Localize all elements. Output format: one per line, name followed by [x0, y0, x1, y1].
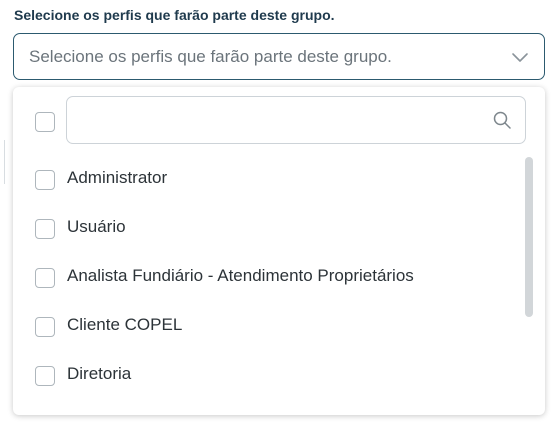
option-checkbox[interactable]	[35, 170, 55, 190]
option-item-cliente-copel[interactable]: Cliente COPEL	[13, 304, 523, 348]
dropdown-scrollbar[interactable]	[525, 157, 533, 317]
search-icon	[493, 111, 511, 129]
option-checkbox[interactable]	[35, 317, 55, 337]
select-all-checkbox[interactable]	[35, 112, 55, 132]
option-checkbox[interactable]	[35, 366, 55, 386]
select-placeholder: Selecione os perfis que farão parte dest…	[29, 46, 392, 66]
option-label: Administrator	[67, 168, 168, 187]
field-label: Selecione os perfis que farão parte dest…	[14, 7, 335, 23]
dropdown-search-input[interactable]	[66, 96, 526, 144]
option-item-analista-fundiario[interactable]: Analista Fundiário - Atendimento Proprie…	[13, 255, 523, 299]
option-item-usuario[interactable]: Usuário	[13, 206, 523, 250]
option-checkbox[interactable]	[35, 268, 55, 288]
option-label: Diretoria	[67, 364, 132, 383]
dropdown-search-row	[13, 87, 545, 155]
option-item-administrator[interactable]: Administrator	[13, 157, 523, 201]
profiles-select[interactable]: Selecione os perfis que farão parte dest…	[13, 33, 545, 80]
chevron-down-icon[interactable]	[511, 51, 529, 63]
underlying-field-edge	[4, 140, 12, 184]
option-label: Analista Fundiário - Atendimento Proprie…	[67, 266, 414, 285]
profiles-dropdown: Administrator Usuário Analista Fundiário…	[13, 87, 545, 415]
option-item-partial[interactable]	[13, 402, 523, 415]
option-item-diretoria[interactable]: Diretoria	[13, 353, 523, 397]
option-checkbox[interactable]	[35, 219, 55, 239]
option-label: Cliente COPEL	[67, 315, 183, 334]
option-label: Usuário	[67, 217, 126, 236]
